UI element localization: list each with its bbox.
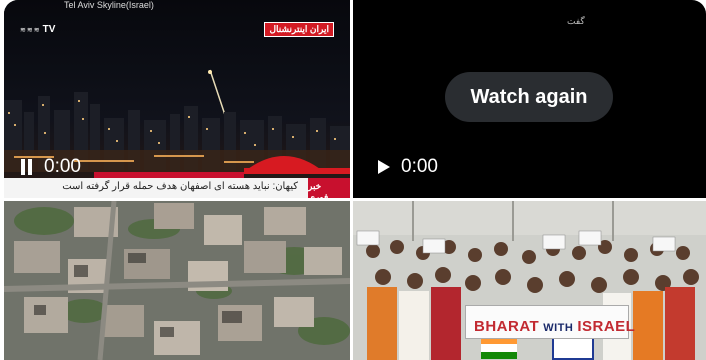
pause-icon[interactable] [20,159,34,175]
play-icon[interactable] [377,159,391,175]
rally-banner: BHARAT WITH ISRAEL [465,305,635,339]
media-grid: Tel Aviv Skyline(Israel) ≋≋≋ TV ایران ای… [0,0,706,360]
ticker-tag-label: خبر فوری [308,181,329,198]
banner-text: BHARAT WITH ISRAEL [474,318,635,335]
aerial-damage-image [4,201,350,360]
pause-control[interactable]: 0:00 [20,156,81,178]
channel-logo-mark: ≋≋≋ [20,26,41,34]
network-badge: ایران اینترنشنال [264,22,334,37]
video-time: 0:00 [44,156,81,177]
video-tile-replay[interactable]: گفت Watch again 0:00 [353,0,706,198]
video-tag: گفت [567,16,585,26]
banner-with: WITH [543,322,574,334]
channel-logo: ≋≋≋ TV [20,24,55,35]
image-tile-rally[interactable]: BHARAT WITH ISRAEL [353,201,706,360]
video-caption: Tel Aviv Skyline(Israel) [64,0,154,10]
image-tile-aerial-damage[interactable] [4,201,350,360]
video-tile-skyline[interactable]: Tel Aviv Skyline(Israel) ≋≋≋ TV ایران ای… [4,0,350,198]
news-ticker: کیهان: نباید هسته ای اصفهان هدف حمله قرا… [4,178,350,198]
ticker-text: کیهان: نباید هسته ای اصفهان هدف حمله قرا… [62,181,298,192]
play-control[interactable]: 0:00 [377,156,438,178]
banner-bharat: BHARAT [474,318,540,335]
channel-logo-text: TV [42,24,56,35]
ticker-tag: خبر فوری [308,178,350,198]
banner-israel: ISRAEL [577,318,636,335]
watch-again-button[interactable]: Watch again [445,72,613,122]
video-time: 0:00 [401,156,438,177]
